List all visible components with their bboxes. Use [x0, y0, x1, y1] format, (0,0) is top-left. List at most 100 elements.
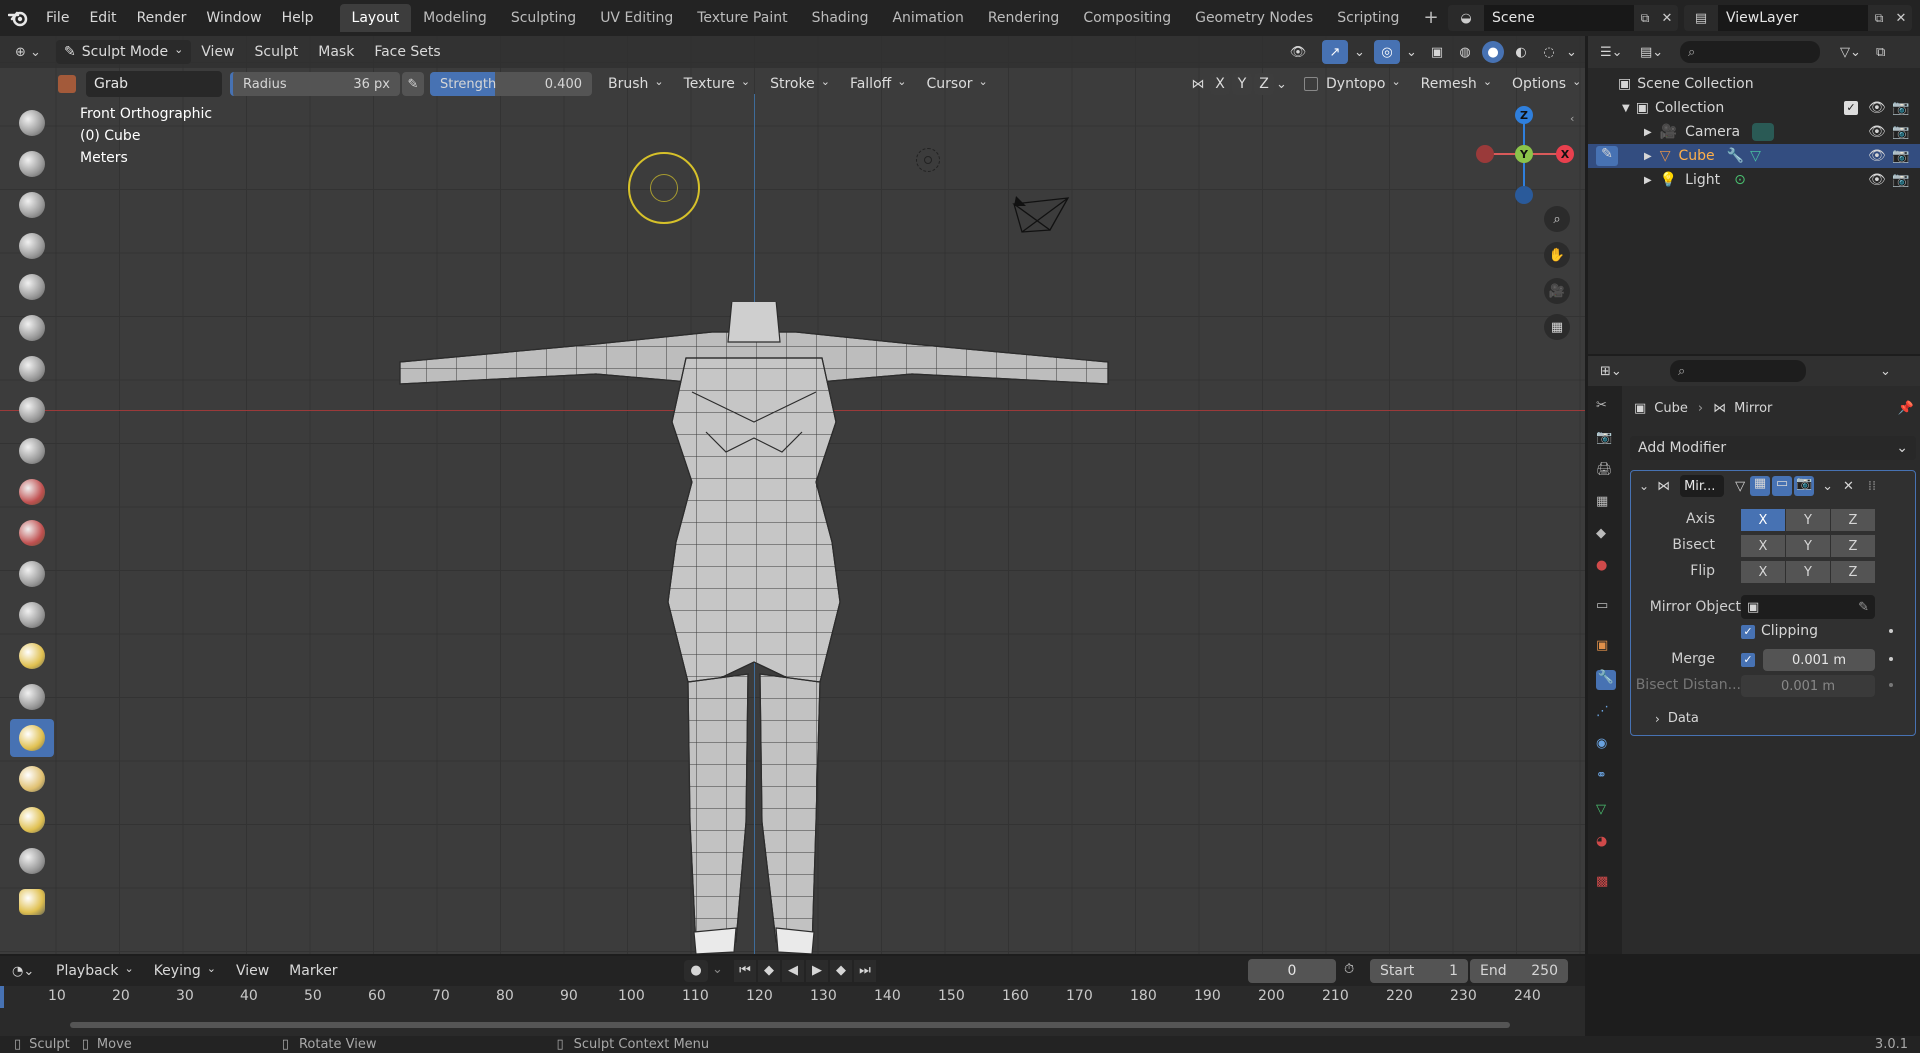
merge-keyframe-dot[interactable]	[1889, 657, 1893, 661]
modifier-name-field[interactable]: Mir...	[1680, 475, 1725, 497]
play-icon[interactable]: ▶	[806, 960, 828, 982]
shading-dropdown-icon[interactable]: ⌄	[1566, 45, 1580, 60]
add-workspace-icon[interactable]: +	[1411, 4, 1450, 32]
tool-draw[interactable]	[10, 104, 54, 142]
outliner-item-light[interactable]: Light	[1685, 172, 1720, 188]
menu-keying[interactable]: Keying	[144, 963, 226, 979]
light-data-icon[interactable]: ⊙	[1734, 172, 1746, 188]
view-layer-icon[interactable]: ▤	[1684, 5, 1718, 31]
menu-mask[interactable]: Mask	[308, 44, 364, 60]
dyntopo-checkbox[interactable]	[1304, 77, 1318, 91]
texture-dropdown[interactable]: Texture	[678, 72, 756, 96]
tool-draw-sharp[interactable]	[10, 145, 54, 183]
shading-wireframe-icon[interactable]: ◍	[1454, 45, 1476, 60]
tab-shading[interactable]: Shading	[800, 4, 881, 32]
tab-layout[interactable]: Layout	[339, 4, 412, 32]
xray-icon[interactable]: ▣	[1426, 45, 1448, 60]
merge-checkbox[interactable]: ✓	[1741, 653, 1755, 667]
tool-scrape[interactable]	[10, 596, 54, 634]
tab-sculpting[interactable]: Sculpting	[499, 4, 588, 32]
view-layer-field[interactable]: ViewLayer	[1718, 5, 1868, 31]
eyedropper-icon[interactable]: ✎	[1858, 600, 1869, 615]
show-in-edit-icon[interactable]: ▦	[1750, 476, 1771, 496]
bisect-y-toggle[interactable]: Y	[1786, 535, 1830, 557]
tab-scripting[interactable]: Scripting	[1325, 4, 1411, 32]
menu-help[interactable]: Help	[272, 10, 324, 26]
flip-x-toggle[interactable]: X	[1741, 561, 1785, 583]
tool-pose[interactable]	[10, 842, 54, 880]
clipping-checkbox[interactable]: ✓	[1741, 625, 1755, 639]
axis-y-toggle[interactable]: Y	[1786, 509, 1830, 531]
editor-type-icon[interactable]: ⊕ ⌄	[6, 39, 50, 65]
tool-clay-thumb[interactable]	[10, 268, 54, 306]
constraints-tab-icon[interactable]: ⚭	[1596, 768, 1616, 788]
edit-pencil-icon[interactable]: ✎	[1596, 146, 1618, 166]
data-tab-icon[interactable]: ▽	[1596, 802, 1616, 822]
menu-edit[interactable]: Edit	[79, 10, 126, 26]
tool-thumb[interactable]	[10, 801, 54, 839]
jump-keyframe-forward-icon[interactable]: ◆	[830, 960, 852, 982]
display-mode-icon[interactable]: ▤⌄	[1640, 45, 1670, 60]
gizmo-toggle-icon[interactable]: ↗	[1322, 40, 1348, 64]
tool-clay-strips[interactable]	[10, 227, 54, 265]
remove-modifier-icon[interactable]: ✕	[1843, 479, 1854, 494]
menu-playback[interactable]: Playback	[46, 963, 144, 979]
clipping-keyframe-dot[interactable]	[1889, 629, 1893, 633]
cube-expand-icon[interactable]: ▶	[1644, 151, 1652, 162]
camera-expand-icon[interactable]: ▶	[1644, 127, 1652, 138]
flip-y-toggle[interactable]: Y	[1786, 561, 1830, 583]
preview-range-icon[interactable]: ⏱	[1344, 962, 1354, 977]
light-expand-icon[interactable]: ▶	[1644, 175, 1652, 186]
menu-view[interactable]: View	[191, 44, 244, 60]
zoom-icon[interactable]: ⌕	[1544, 206, 1570, 232]
cube-visibility-icon[interactable]: 👁	[1868, 148, 1886, 164]
start-frame-field[interactable]: Start 1	[1370, 959, 1468, 983]
render-tab-icon[interactable]: 📷	[1596, 430, 1616, 450]
bisect-distance-field[interactable]: 0.001 m	[1741, 675, 1875, 697]
outliner-item-camera[interactable]: Camera	[1685, 124, 1740, 140]
jump-start-icon[interactable]: ⏮	[734, 960, 756, 982]
tool-flatten[interactable]	[10, 514, 54, 552]
symmetry-z-button[interactable]: Z	[1254, 73, 1274, 95]
play-reverse-icon[interactable]: ◀	[782, 960, 804, 982]
menu-sculpt[interactable]: Sculpt	[245, 44, 309, 60]
light-render-icon[interactable]: 📷	[1892, 172, 1909, 188]
view-layer-new-icon[interactable]: ⧉	[1868, 5, 1890, 31]
properties-editor-icon[interactable]: ⊞⌄	[1600, 364, 1630, 379]
flip-z-toggle[interactable]: Z	[1831, 561, 1875, 583]
falloff-dropdown[interactable]: Falloff	[844, 72, 913, 96]
stroke-dropdown[interactable]: Stroke	[764, 72, 836, 96]
current-frame-field[interactable]: 0	[1248, 959, 1336, 983]
collection-visibility-icon[interactable]: 👁	[1868, 100, 1886, 116]
tool-blob[interactable]	[10, 391, 54, 429]
timeline-editor-icon[interactable]: ◔⌄	[12, 964, 46, 979]
collapse-chevron-icon[interactable]: ⌄	[1639, 479, 1649, 493]
collection-expand-icon[interactable]: ▼	[1622, 103, 1630, 114]
tab-uv-editing[interactable]: UV Editing	[588, 4, 685, 32]
ortho-grid-icon[interactable]: ▦	[1544, 314, 1570, 340]
symmetry-dropdown-icon[interactable]: ⌄	[1276, 77, 1292, 92]
modifier-wrench-icon[interactable]: 🔧	[1727, 148, 1744, 164]
edit-mode-cage-icon[interactable]: ▽	[1730, 479, 1750, 494]
symmetry-y-button[interactable]: Y	[1232, 73, 1252, 95]
gizmo-x-icon[interactable]: X	[1556, 145, 1574, 163]
remesh-dropdown[interactable]: Remesh	[1415, 72, 1498, 96]
mesh-data-icon[interactable]: ▽	[1750, 148, 1761, 164]
gizmo-dropdown-icon[interactable]: ⌄	[1354, 45, 1368, 60]
mode-selector[interactable]: ✎ Sculpt Mode	[56, 40, 192, 64]
brush-dropdown[interactable]: Brush	[602, 72, 670, 96]
overlays-dropdown-icon[interactable]: ⌄	[1406, 45, 1420, 60]
properties-search-field[interactable]: ⌕	[1670, 360, 1806, 382]
filter-icon[interactable]: ▽⌄	[1840, 45, 1870, 60]
brush-name-field[interactable]: Grab	[86, 71, 222, 97]
scene-collection-label[interactable]: Scene Collection	[1637, 76, 1753, 92]
modifier-tab-icon[interactable]: 🔧	[1596, 670, 1616, 690]
pin-icon[interactable]: 📌	[1898, 401, 1914, 416]
tab-compositing[interactable]: Compositing	[1071, 4, 1183, 32]
physics-tab-icon[interactable]: ◉	[1596, 736, 1616, 756]
bisect-z-toggle[interactable]: Z	[1831, 535, 1875, 557]
gizmo-y-icon[interactable]: Y	[1515, 145, 1533, 163]
menu-timeline-view[interactable]: View	[226, 963, 279, 979]
menu-render[interactable]: Render	[127, 10, 197, 26]
pan-hand-icon[interactable]: ✋	[1544, 242, 1570, 268]
